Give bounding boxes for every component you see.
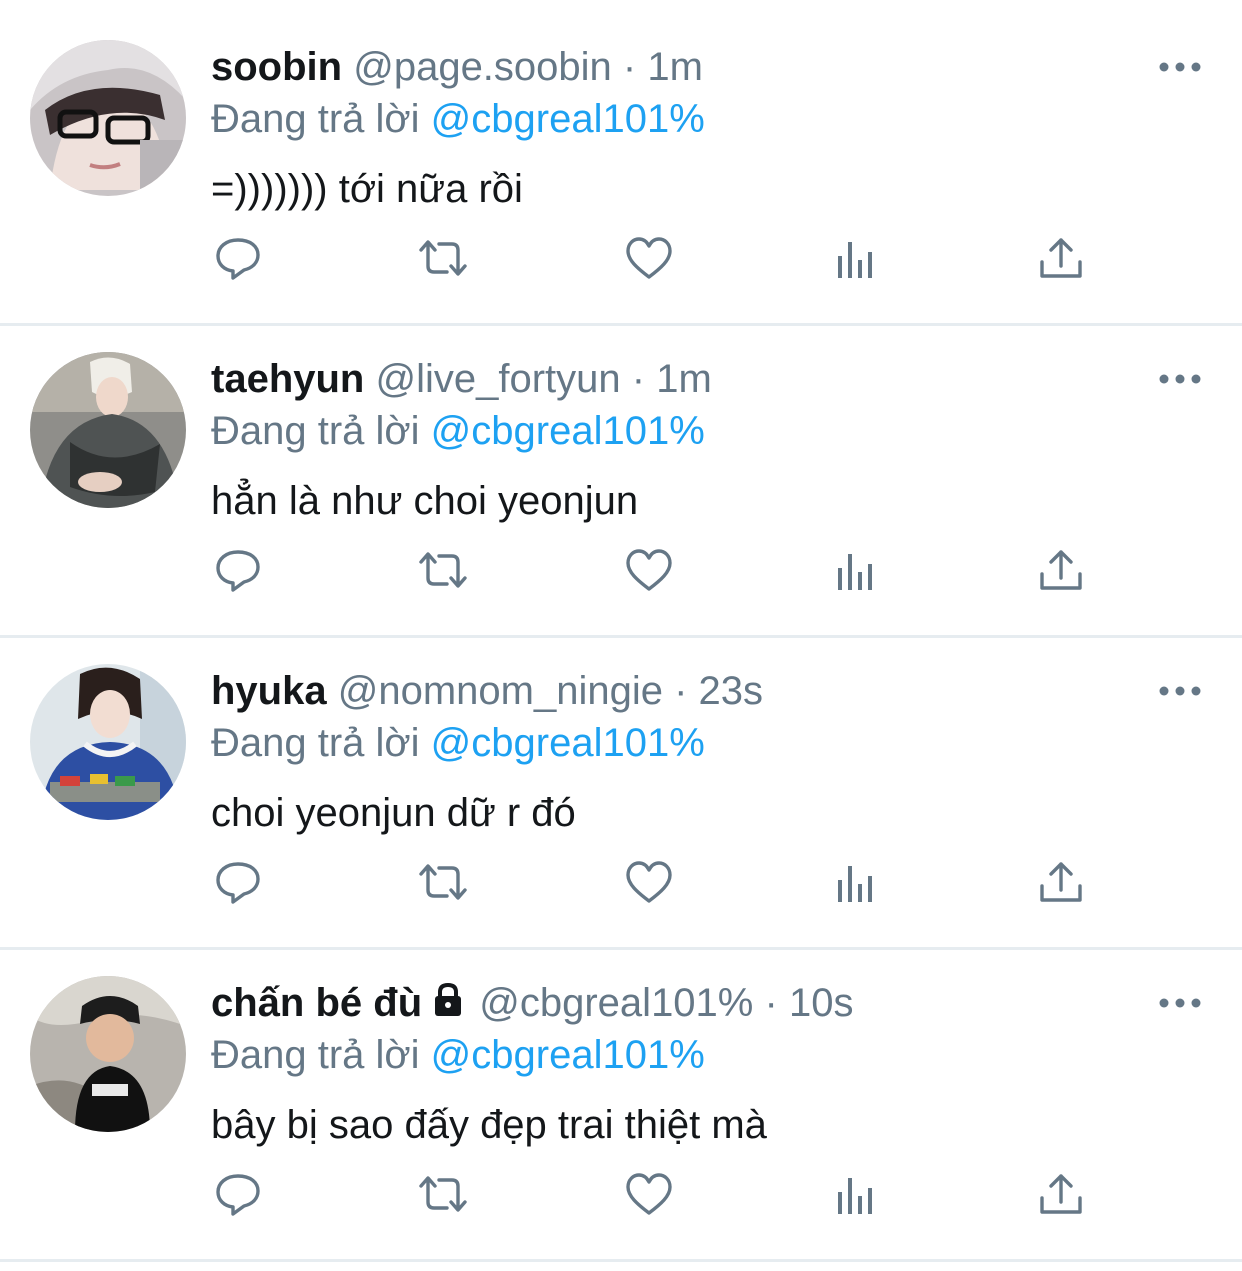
share-icon[interactable]: [1033, 230, 1089, 286]
display-name[interactable]: taehyun: [211, 357, 364, 401]
tweet-text: hẳn là như choi yeonjun: [211, 479, 639, 523]
action-bar: [0, 230, 1242, 290]
like-icon[interactable]: [621, 1166, 677, 1222]
tweet[interactable]: soobin @page.soobin · 1m Đang trả lời @c…: [0, 0, 1242, 312]
separator-dot: ·: [631, 357, 646, 401]
reply-icon[interactable]: [210, 230, 266, 286]
action-bar: [0, 542, 1242, 602]
reply-feed: soobin @page.soobin · 1m Đang trả lời @c…: [0, 0, 1242, 1271]
tweet-header: taehyun @live_fortyun · 1m: [211, 356, 712, 402]
reply-icon[interactable]: [210, 854, 266, 910]
like-icon[interactable]: [621, 230, 677, 286]
tweet-text: bây bị sao đấy đẹp trai thiệt mà: [211, 1103, 767, 1147]
reply-icon[interactable]: [210, 1166, 266, 1222]
user-handle[interactable]: @page.soobin: [353, 45, 612, 89]
more-options-icon[interactable]: [1158, 52, 1202, 82]
replying-to-label: Đang trả lời: [211, 1033, 420, 1077]
timestamp[interactable]: 1m: [647, 45, 703, 89]
share-icon[interactable]: [1033, 1166, 1089, 1222]
replying-to: Đang trả lời @cbgreal101%: [211, 96, 705, 142]
mention-link[interactable]: @cbgreal101%: [431, 409, 705, 453]
tweet[interactable]: taehyun @live_fortyun · 1m Đang trả lời …: [0, 312, 1242, 624]
mention-link[interactable]: @cbgreal101%: [431, 1033, 705, 1077]
separator-dot: ·: [764, 981, 778, 1025]
analytics-icon[interactable]: [828, 230, 884, 286]
more-options-icon[interactable]: [1158, 364, 1202, 394]
replying-to: Đang trả lời @cbgreal101%: [211, 408, 705, 454]
tweet-header: chấn bé đù @cbgreal101% · 10s: [211, 980, 853, 1026]
like-icon[interactable]: [621, 542, 677, 598]
retweet-icon[interactable]: [415, 542, 471, 598]
analytics-icon[interactable]: [828, 542, 884, 598]
replying-to-label: Đang trả lời: [211, 97, 420, 141]
tweet[interactable]: hyuka @nomnom_ningie · 23s Đang trả lời …: [0, 624, 1242, 936]
lock-icon: [428, 980, 468, 1020]
tweet-header: soobin @page.soobin · 1m: [211, 44, 703, 90]
retweet-icon[interactable]: [415, 854, 471, 910]
avatar[interactable]: [30, 352, 186, 508]
timestamp[interactable]: 23s: [699, 669, 764, 713]
tweet[interactable]: chấn bé đù @cbgreal101% · 10s Đang trả l…: [0, 936, 1242, 1248]
display-name[interactable]: soobin: [211, 45, 342, 89]
avatar[interactable]: [30, 664, 186, 820]
action-bar: [0, 1166, 1242, 1226]
share-icon[interactable]: [1033, 854, 1089, 910]
retweet-icon[interactable]: [415, 1166, 471, 1222]
replying-to: Đang trả lời @cbgreal101%: [211, 1032, 705, 1078]
display-name[interactable]: hyuka: [211, 669, 327, 713]
mention-link[interactable]: @cbgreal101%: [431, 721, 705, 765]
more-options-icon[interactable]: [1158, 988, 1202, 1018]
user-handle[interactable]: @nomnom_ningie: [338, 669, 663, 713]
tweet-header: hyuka @nomnom_ningie · 23s: [211, 668, 763, 714]
replying-to-label: Đang trả lời: [211, 409, 420, 453]
divider: [0, 1259, 1242, 1262]
separator-dot: ·: [622, 45, 637, 89]
replying-to: Đang trả lời @cbgreal101%: [211, 720, 705, 766]
avatar[interactable]: [30, 40, 186, 196]
like-icon[interactable]: [621, 854, 677, 910]
mention-link[interactable]: @cbgreal101%: [431, 97, 705, 141]
analytics-icon[interactable]: [828, 1166, 884, 1222]
user-handle[interactable]: @live_fortyun: [375, 357, 620, 401]
separator-dot: ·: [674, 669, 688, 713]
timestamp[interactable]: 10s: [789, 981, 854, 1025]
display-name[interactable]: chấn bé đù: [211, 981, 422, 1025]
timestamp[interactable]: 1m: [656, 357, 712, 401]
tweet-text: choi yeonjun dữ r đó: [211, 791, 576, 835]
avatar[interactable]: [30, 976, 186, 1132]
analytics-icon[interactable]: [828, 854, 884, 910]
retweet-icon[interactable]: [415, 230, 471, 286]
user-handle[interactable]: @cbgreal101%: [479, 981, 753, 1025]
reply-icon[interactable]: [210, 542, 266, 598]
replying-to-label: Đang trả lời: [211, 721, 420, 765]
share-icon[interactable]: [1033, 542, 1089, 598]
tweet-text: =))))))) tới nữa rồi: [211, 167, 523, 211]
more-options-icon[interactable]: [1158, 676, 1202, 706]
action-bar: [0, 854, 1242, 914]
